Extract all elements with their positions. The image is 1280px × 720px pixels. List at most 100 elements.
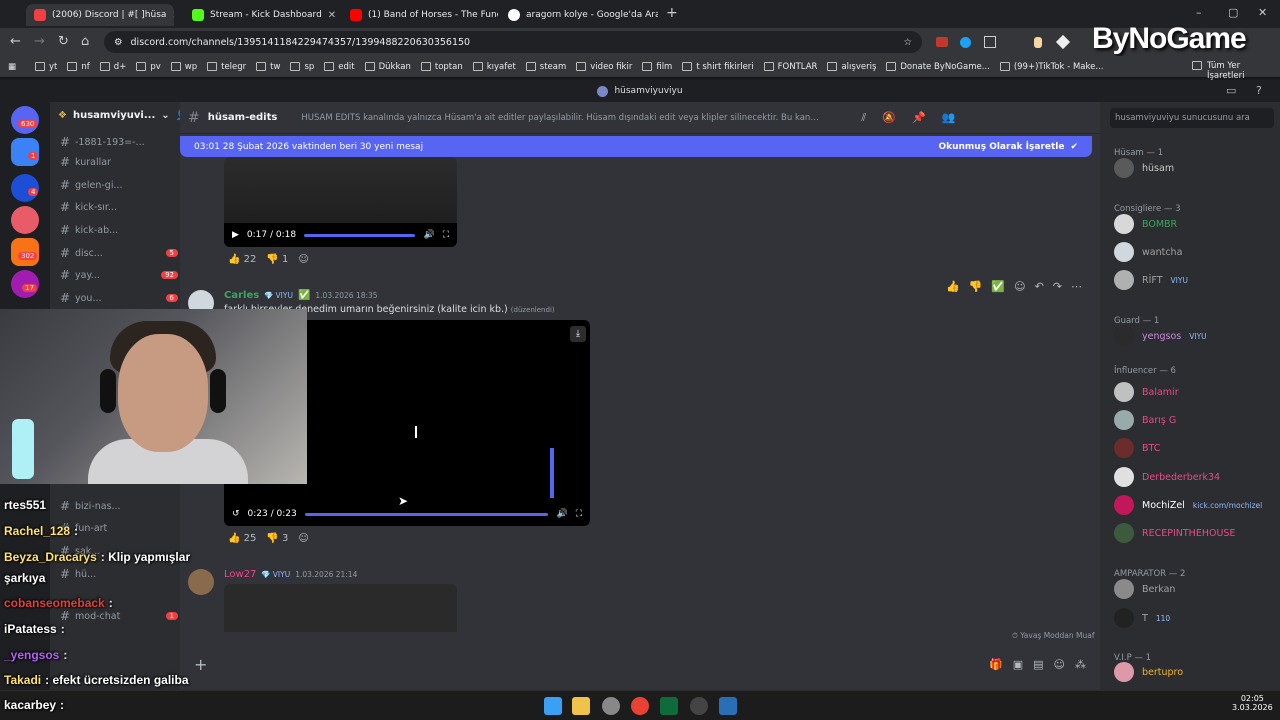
bookmark-item[interactable]: (99+)TikTok - Make...	[995, 62, 1109, 72]
app-icon[interactable]	[602, 697, 620, 715]
add-reaction-icon[interactable]: ☺	[1014, 280, 1025, 293]
extension-icon[interactable]	[936, 37, 948, 47]
apps-icon[interactable]: ⁂	[1075, 658, 1086, 671]
home-icon[interactable]: ⌂	[81, 34, 89, 49]
inbox-icon[interactable]: ▭	[1226, 84, 1236, 97]
bookmark-item[interactable]: alışveriş	[822, 62, 881, 72]
app-icon[interactable]	[719, 697, 737, 715]
all-bookmarks[interactable]: Tüm Yer İşaretleri	[1192, 61, 1280, 81]
pinned-icon[interactable]: 📌	[912, 111, 926, 124]
thumbs-up-icon[interactable]: 👍	[946, 280, 960, 293]
tab-youtube[interactable]: (1) Band of Horses - The Funer ✕	[342, 4, 498, 26]
bookmark-item[interactable]: steam	[521, 62, 571, 72]
gif-icon[interactable]: ▣	[1013, 658, 1023, 671]
member-item[interactable]: yengsos VIYU	[1114, 324, 1278, 348]
member-item[interactable]: bertupro	[1114, 660, 1278, 684]
tab-google[interactable]: aragorn kolye - Google'da Ara ✕	[500, 4, 658, 26]
back-icon[interactable]: ←	[10, 34, 21, 49]
channel-item[interactable]: # kick-sır...	[60, 197, 178, 217]
video-progress[interactable]	[304, 512, 549, 516]
app-icon[interactable]	[660, 697, 678, 715]
video-attachment[interactable]	[224, 584, 457, 632]
apps-grid-icon[interactable]: ▦	[8, 62, 16, 72]
bookmark-item[interactable]: wp	[166, 62, 202, 72]
url-input[interactable]: ⚙ discord.com/channels/13951411842294743…	[104, 31, 922, 53]
extension-icon[interactable]	[1055, 34, 1071, 50]
thumbs-down-reaction[interactable]: 👎 1	[266, 254, 288, 265]
help-icon[interactable]: ?	[1256, 84, 1262, 97]
extension-icon[interactable]	[1034, 37, 1042, 48]
bookmark-item[interactable]: Donate ByNoGame...	[881, 62, 994, 72]
bookmark-item[interactable]: sp	[285, 62, 319, 72]
member-item[interactable]: MochiZel kick.com/mochizel	[1114, 493, 1278, 517]
member-item[interactable]: BTC	[1114, 436, 1278, 460]
more-icon[interactable]: ⋯	[1071, 280, 1082, 293]
video-volume-slider[interactable]	[550, 448, 554, 498]
reply-icon[interactable]: ↶	[1035, 280, 1044, 293]
bookmark-item[interactable]: t shirt fikirleri	[677, 62, 758, 72]
new-messages-banner[interactable]: 03:01 28 Şubat 2026 vaktinden beri 30 ye…	[180, 136, 1092, 157]
forward-icon[interactable]: ↷	[1053, 280, 1062, 293]
member-item[interactable]: Berkan	[1114, 577, 1278, 601]
member-item[interactable]: RİFT VIYU	[1114, 268, 1278, 292]
avatar[interactable]	[188, 569, 214, 595]
maximize-icon[interactable]: ▢	[1228, 6, 1238, 19]
channel-topic[interactable]: HÜSAM EDİTS kanalında yalnızca Hüsam'a a…	[301, 113, 821, 123]
notifications-icon[interactable]: 🔕	[882, 111, 896, 124]
video-progress[interactable]	[304, 233, 416, 237]
bookmark-item[interactable]: yt	[30, 62, 62, 72]
chrome-icon[interactable]	[631, 697, 649, 715]
start-icon[interactable]	[544, 697, 562, 715]
close-tab-icon[interactable]: ✕	[328, 10, 336, 21]
author-name[interactable]: Low27	[224, 569, 256, 580]
close-window-icon[interactable]: ✕	[1258, 6, 1267, 19]
bookmark-item[interactable]: telegr	[202, 62, 251, 72]
reload-icon[interactable]: ↻	[58, 34, 69, 49]
thumbs-down-icon[interactable]: 👎	[969, 280, 983, 293]
volume-icon[interactable]: 🔊	[556, 509, 567, 519]
channel-item[interactable]: # kurallar	[60, 152, 178, 172]
channel-item[interactable]: # -1881-193=-...	[60, 132, 178, 152]
author-name[interactable]: Carles	[224, 290, 259, 301]
tab-discord[interactable]: (2006) Discord | #[ ]hüsa ✕	[26, 4, 174, 26]
server-icon[interactable]	[11, 206, 39, 234]
member-item[interactable]: RECEPINTHEHOUSE	[1114, 521, 1278, 545]
member-item[interactable]: wantcha	[1114, 240, 1278, 264]
server-search-input[interactable]: husamviyuviyu sunucusunu ara	[1110, 108, 1274, 128]
bookmark-item[interactable]: tw	[251, 62, 285, 72]
system-clock[interactable]: 02:05 3.03.2026	[1232, 694, 1273, 712]
add-reaction-icon[interactable]: ☺	[298, 533, 308, 544]
gift-icon[interactable]: 🎁	[989, 658, 1003, 671]
close-tab-icon[interactable]: ✕	[172, 10, 174, 21]
site-info-icon[interactable]: ⚙	[114, 37, 123, 48]
tab-kick[interactable]: Stream - Kick Dashboard ✕	[184, 4, 340, 26]
mark-as-read-button[interactable]: Okunmuş Olarak İşaretle	[938, 142, 1064, 152]
bookmark-item[interactable]: toptan	[416, 62, 468, 72]
member-item[interactable]: Balamir	[1114, 380, 1278, 404]
thumbs-up-reaction[interactable]: 👍 25	[228, 533, 256, 544]
fullscreen-icon[interactable]: ⛶	[443, 230, 449, 240]
member-item[interactable]: Barış G	[1114, 408, 1278, 432]
message-composer[interactable]: + 🎁 ▣ ▤ ☺ ⁂	[180, 647, 1100, 681]
bookmark-item[interactable]: pv	[131, 62, 165, 72]
member-item[interactable]: hüsam	[1114, 156, 1278, 180]
bookmark-item[interactable]: nf	[62, 62, 94, 72]
member-list-icon[interactable]: 👥	[942, 111, 956, 124]
forward-icon[interactable]: →	[34, 34, 45, 49]
member-item[interactable]: Derbederberk34	[1114, 465, 1278, 489]
add-attachment-icon[interactable]: +	[194, 655, 207, 674]
file-explorer-icon[interactable]	[572, 697, 590, 715]
bookmark-item[interactable]: video fikir	[571, 62, 637, 72]
composer-input[interactable]	[217, 656, 979, 672]
bookmark-item[interactable]: Dükkan	[360, 62, 416, 72]
bookmark-item[interactable]: kıyafet	[468, 62, 521, 72]
channel-item[interactable]: # disc... 5	[60, 243, 178, 263]
download-icon[interactable]: ⤓	[570, 326, 586, 342]
play-icon[interactable]: ▶	[232, 230, 239, 240]
channel-item[interactable]: # hü...	[60, 564, 178, 584]
app-icon[interactable]	[690, 697, 708, 715]
bookmark-item[interactable]: film	[637, 62, 677, 72]
server-header[interactable]: ❖ husamviyuvi... ⌄ 👤	[58, 110, 188, 121]
member-item[interactable]: T 110	[1114, 606, 1278, 630]
channel-item[interactable]: # kick-ab...	[60, 220, 178, 240]
